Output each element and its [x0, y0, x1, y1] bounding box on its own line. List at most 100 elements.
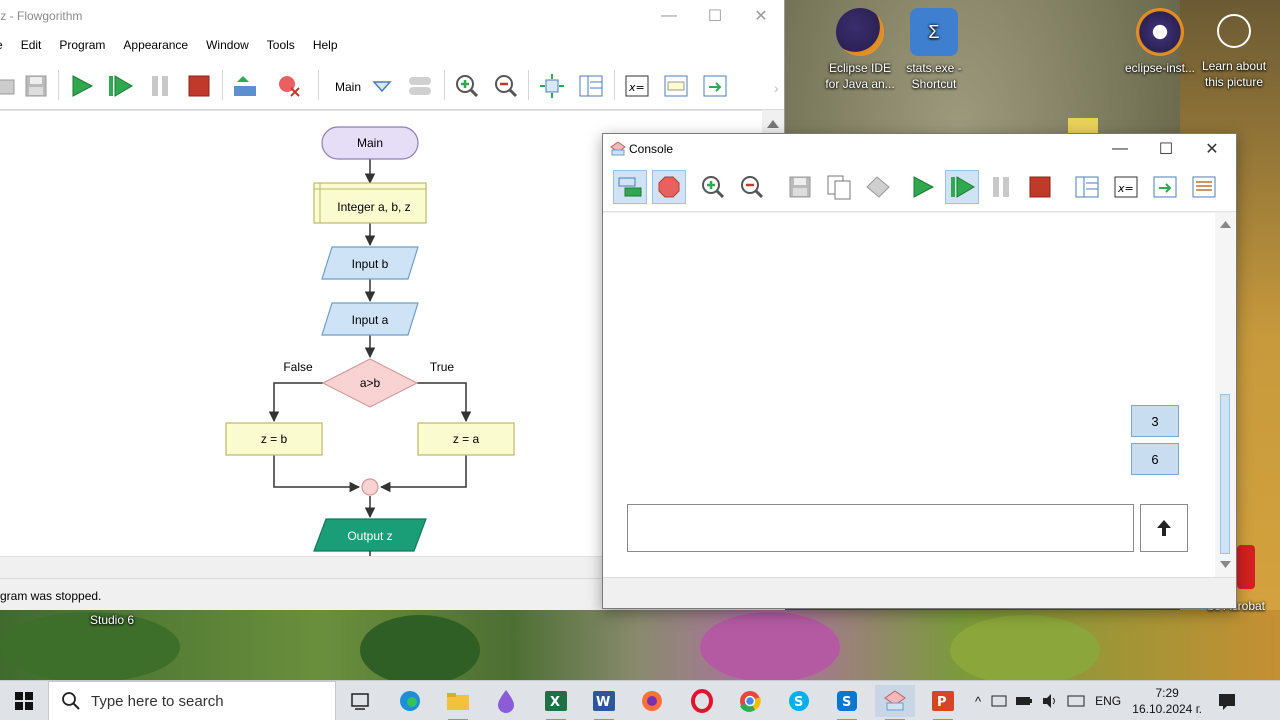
console-pause-icon[interactable] — [984, 170, 1018, 204]
console-output-icon[interactable] — [1148, 170, 1182, 204]
close-button[interactable]: ✕ — [738, 4, 784, 28]
task-view-icon[interactable] — [340, 685, 380, 717]
paint-icon[interactable] — [486, 685, 526, 717]
source-code-icon[interactable] — [662, 72, 690, 100]
menu-tools[interactable]: Tools — [258, 38, 304, 52]
open-icon[interactable] — [0, 72, 18, 100]
send-button[interactable] — [1140, 504, 1188, 552]
minimize-button[interactable]: — — [646, 4, 692, 28]
file-explorer-icon[interactable] — [438, 685, 478, 720]
edge-icon[interactable] — [390, 685, 430, 717]
scroll-up-icon[interactable] — [1215, 216, 1236, 232]
flow-start-node[interactable]: Main — [321, 126, 419, 160]
toolbar-overflow-icon[interactable]: › — [774, 80, 779, 96]
flowgorithm-taskbar-icon[interactable] — [875, 685, 915, 720]
console-run-icon[interactable] — [906, 170, 940, 204]
console-stop-icon[interactable] — [1023, 170, 1057, 204]
device-icon[interactable] — [991, 694, 1007, 708]
chevron-down-icon[interactable] — [368, 72, 396, 100]
clock[interactable]: 7:29 16.10.2024 г. — [1131, 685, 1203, 717]
flow-output-node[interactable]: Output z — [313, 518, 427, 552]
split-view-icon[interactable] — [577, 72, 605, 100]
zoom-out-icon[interactable] — [492, 72, 520, 100]
console-icon[interactable] — [701, 72, 729, 100]
desktop-icon-learn-picture[interactable]: Learn about this picture — [1196, 2, 1272, 90]
volume-icon[interactable] — [1041, 693, 1059, 709]
skype-business-icon[interactable]: S — [827, 685, 867, 720]
console-save-icon[interactable] — [783, 170, 817, 204]
desktop-icon-label: Eclipse IDE for Java an... — [825, 61, 895, 91]
pause-icon[interactable] — [146, 72, 174, 100]
variable-watch-icon[interactable]: x= — [623, 72, 651, 100]
console-maximize-button[interactable]: ☐ — [1143, 137, 1189, 161]
flow-assign-true-node[interactable]: z = a — [417, 422, 515, 456]
firefox-icon[interactable] — [632, 685, 672, 717]
chat-mode-icon[interactable] — [613, 170, 647, 204]
desktop-icon-stats[interactable]: Σ stats.exe - Shortcut — [896, 2, 972, 92]
console-scrollbar[interactable] — [1215, 213, 1236, 577]
console-split-view-icon[interactable] — [1070, 170, 1104, 204]
console-variable-watch-icon[interactable]: x= — [1109, 170, 1143, 204]
console-toolbar: x= — [603, 164, 1236, 212]
layout-icon[interactable] — [538, 72, 566, 100]
toolbar: Main x= › — [0, 58, 784, 110]
menu-program[interactable]: Program — [50, 38, 114, 52]
flow-input-b-node[interactable]: Input b — [321, 246, 419, 280]
menu-window[interactable]: Window — [197, 38, 258, 52]
acrobat-icon[interactable] — [1237, 545, 1255, 589]
function-select[interactable]: Main — [335, 80, 361, 94]
function-manager-icon[interactable] — [406, 72, 434, 100]
menu-file[interactable]: e — [0, 38, 12, 52]
breakpoint-icon[interactable] — [652, 170, 686, 204]
scroll-thumb[interactable] — [1220, 394, 1230, 554]
flow-assign-false-node[interactable]: z = b — [225, 422, 323, 456]
console-step-icon[interactable] — [945, 170, 979, 204]
menu-help[interactable]: Help — [304, 38, 347, 52]
toolbar-separator — [614, 70, 615, 100]
notification-icon[interactable] — [1217, 692, 1237, 710]
start-button[interactable] — [0, 681, 48, 720]
console-zoom-in-icon[interactable] — [696, 170, 730, 204]
desktop-icon-eclipse[interactable]: Eclipse IDE for Java an... — [822, 2, 898, 92]
desktop-icon-label: Learn about this picture — [1201, 59, 1267, 89]
battery-icon[interactable] — [1015, 695, 1033, 707]
desktop-icon-eclipse-installer[interactable]: eclipse-inst... — [1122, 2, 1198, 76]
language-indicator[interactable]: ENG — [1095, 694, 1121, 708]
excel-icon[interactable]: X — [536, 685, 576, 720]
skype-icon[interactable]: S — [779, 685, 819, 717]
add-watch-icon[interactable] — [232, 72, 260, 100]
console-zoom-out-icon[interactable] — [735, 170, 769, 204]
flow-input-b-label: Input b — [352, 257, 389, 271]
powerpoint-icon[interactable]: P — [923, 685, 963, 720]
opera-icon[interactable] — [682, 685, 722, 717]
flow-declare-node[interactable]: Integer a, b, z — [313, 182, 427, 224]
zoom-in-icon[interactable] — [453, 72, 481, 100]
clear-icon[interactable] — [861, 170, 895, 204]
flow-merge-node — [361, 478, 379, 496]
flow-decision-node[interactable]: a>b — [321, 358, 419, 408]
maximize-button[interactable]: ☐ — [692, 4, 738, 28]
run-icon[interactable] — [68, 72, 96, 100]
console-source-code-icon[interactable] — [1187, 170, 1221, 204]
desktop-icon-label: stats.exe - Shortcut — [906, 61, 962, 91]
scroll-up-icon[interactable] — [762, 114, 784, 134]
word-icon[interactable]: W — [584, 685, 624, 720]
flow-input-a-node[interactable]: Input a — [321, 302, 419, 336]
console-minimize-button[interactable]: — — [1097, 137, 1143, 161]
scroll-down-icon[interactable] — [1215, 557, 1236, 573]
toolbar-separator — [444, 70, 445, 100]
clear-breakpoint-icon[interactable] — [276, 72, 304, 100]
chevron-up-icon[interactable]: ^ — [975, 694, 981, 709]
save-icon[interactable] — [22, 72, 50, 100]
console-output-area: 3 6 — [603, 213, 1215, 577]
taskbar-search[interactable]: Type here to search — [48, 681, 336, 720]
chrome-icon[interactable] — [730, 685, 770, 717]
menu-appearance[interactable]: Appearance — [114, 38, 197, 52]
console-input-field[interactable] — [627, 504, 1134, 552]
menu-edit[interactable]: Edit — [12, 38, 51, 52]
stop-icon[interactable] — [185, 72, 213, 100]
network-icon[interactable] — [1067, 693, 1085, 709]
console-close-button[interactable]: ✕ — [1189, 137, 1235, 161]
copy-icon[interactable] — [822, 170, 856, 204]
step-icon[interactable] — [106, 72, 134, 100]
